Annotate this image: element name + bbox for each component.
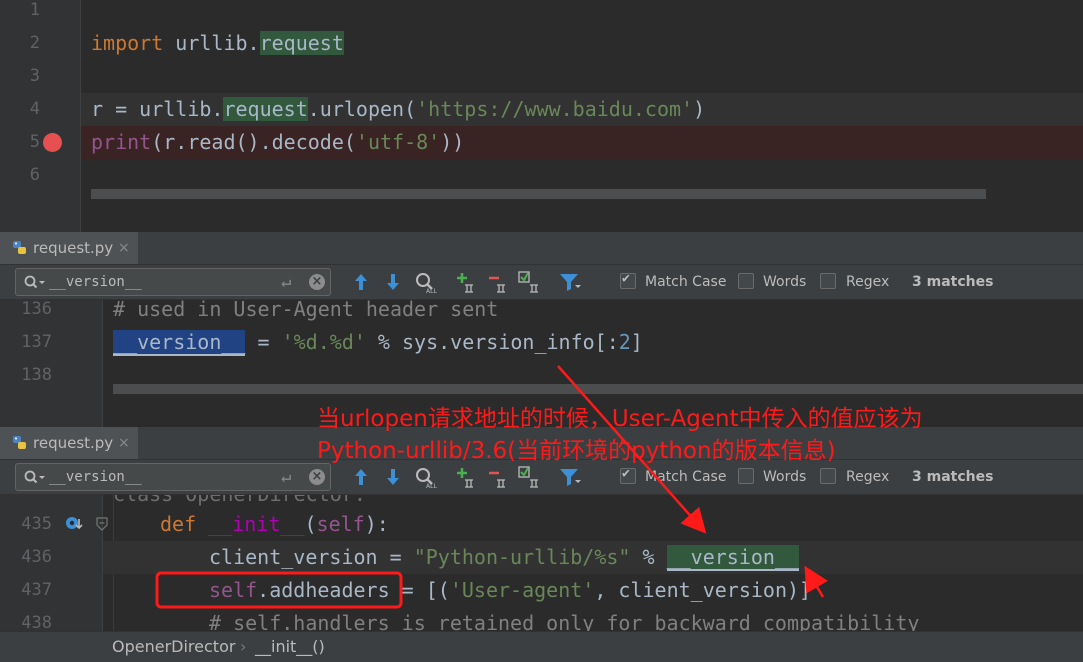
- arrow-to-version: [557, 365, 707, 534]
- annotation-arrows: [155, 365, 828, 609]
- arrow-to-version-short: [804, 565, 828, 598]
- highlight-box-addheaders: [155, 571, 403, 609]
